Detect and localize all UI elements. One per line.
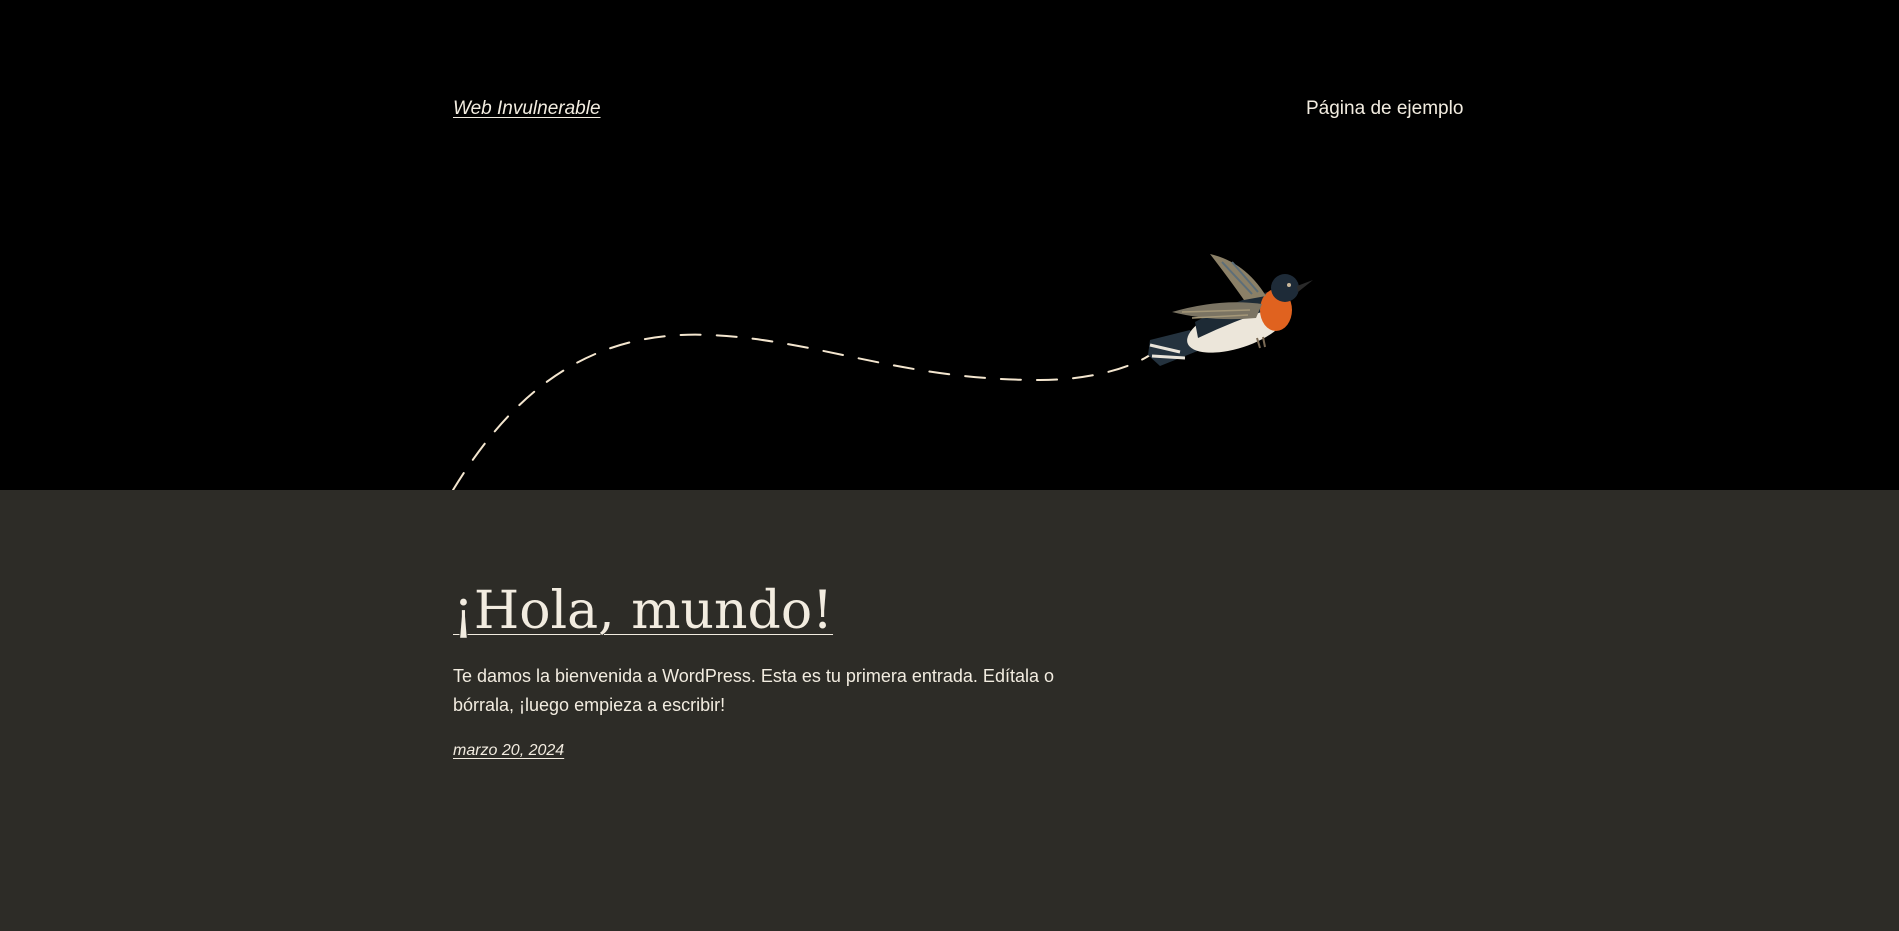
post-date-link[interactable]: marzo 20, 2024: [453, 742, 564, 760]
site-header: Web Invulnerable Página de ejemplo: [0, 0, 1899, 490]
bird-icon: [1148, 254, 1313, 366]
post-excerpt: Te damos la bienvenida a WordPress. Esta…: [453, 666, 1054, 715]
post-title-link[interactable]: ¡Hola, mundo!: [453, 578, 1073, 644]
hummingbird-illustration: [452, 254, 1313, 490]
post-item: ¡Hola, mundo! Te damos la bienvenida a W…: [453, 578, 1073, 760]
flight-path-line: [452, 333, 1151, 490]
